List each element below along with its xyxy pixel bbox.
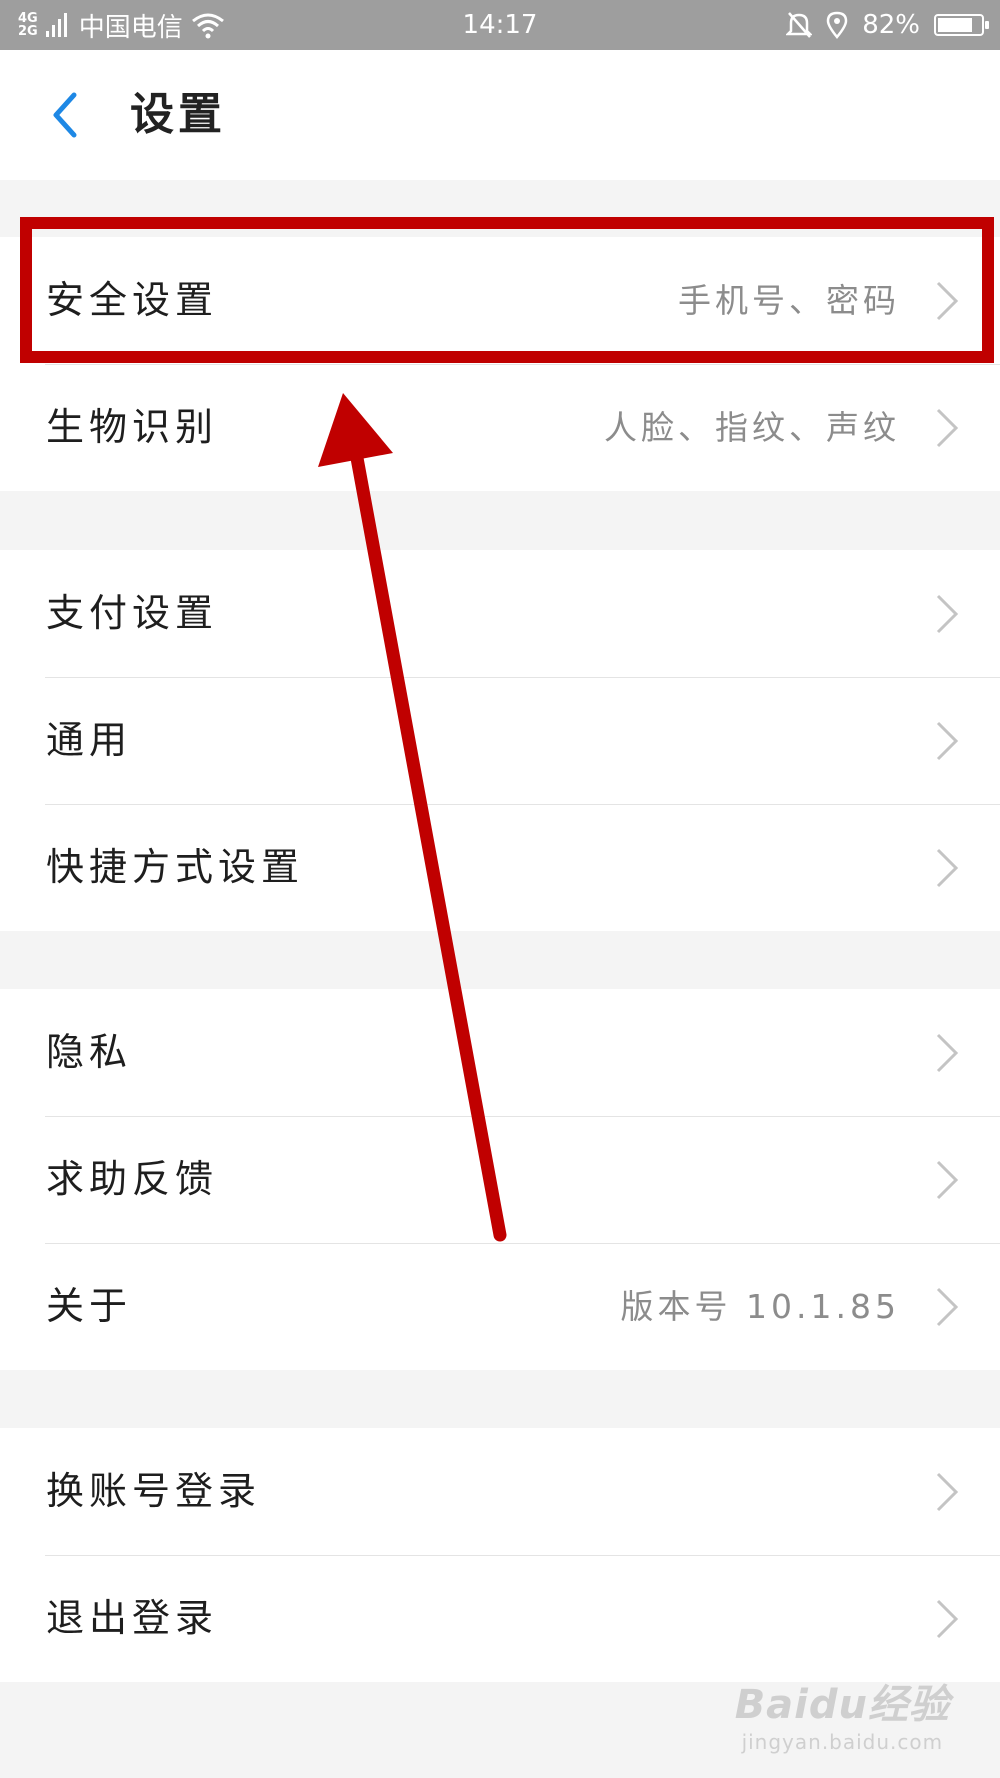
list-item-value: 版本号 10.1.85 [620,1287,900,1326]
header: 设置 [0,50,1000,180]
chevron-right-icon [936,1472,959,1512]
chevron-right-icon [936,281,959,321]
status-bar-right: 82% [786,0,989,50]
list-item-label: 安全设置 [46,278,219,322]
list-item-logout[interactable]: 退出登录 [0,1555,1000,1682]
chevron-right-icon [936,721,959,761]
chevron-right-icon [936,848,959,888]
location-icon [826,11,848,39]
list-item-label: 通用 [46,718,133,762]
list-item-security-settings[interactable]: 安全设置 手机号、密码 [0,237,1000,364]
settings-group-1: 安全设置 手机号、密码 生物识别 人脸、指纹、声纹 [0,237,1000,491]
watermark-url: jingyan.baidu.com [741,1730,944,1754]
list-item-label: 隐私 [46,1030,133,1074]
list-item-shortcut-settings[interactable]: 快捷方式设置 [0,804,1000,931]
settings-group-4: 换账号登录 退出登录 [0,1428,1000,1682]
list-item-switch-account[interactable]: 换账号登录 [0,1428,1000,1555]
chevron-right-icon [936,408,959,448]
list-item-general[interactable]: 通用 [0,677,1000,804]
bell-off-icon [786,12,813,38]
chevron-right-icon [936,1287,959,1327]
list-item-label: 支付设置 [46,591,219,635]
chevron-right-icon [936,1160,959,1200]
list-item-help-feedback[interactable]: 求助反馈 [0,1116,1000,1243]
list-item-about[interactable]: 关于 版本号 10.1.85 [0,1243,1000,1370]
list-item-label: 换账号登录 [46,1469,262,1513]
list-item-label: 快捷方式设置 [46,845,305,889]
list-item-privacy[interactable]: 隐私 [0,989,1000,1116]
watermark: Baidu经验 jingyan.baidu.com [735,1672,950,1754]
battery-percent: 82% [862,10,920,40]
status-bar: 4G 2G 中国电信 14:17 82% [0,0,1000,50]
back-chevron-icon[interactable] [38,85,98,145]
list-item-label: 生物识别 [46,405,219,449]
chevron-right-icon [936,594,959,634]
settings-group-2: 支付设置 通用 快捷方式设置 [0,550,1000,931]
list-item-value: 手机号、密码 [678,281,900,320]
list-item-label: 求助反馈 [46,1157,219,1201]
page-title: 设置 [130,89,226,140]
battery-icon [934,14,989,36]
battery-fill [938,18,973,32]
watermark-logo: Baidu经验 [734,1682,950,1728]
chevron-right-icon [936,1033,959,1073]
list-item-value: 人脸、指纹、声纹 [604,408,900,447]
list-item-label: 退出登录 [46,1596,219,1640]
chevron-right-icon [936,1599,959,1639]
list-item-biometrics[interactable]: 生物识别 人脸、指纹、声纹 [0,364,1000,491]
settings-group-3: 隐私 求助反馈 关于 版本号 10.1.85 [0,989,1000,1370]
list-item-payment-settings[interactable]: 支付设置 [0,550,1000,677]
list-item-label: 关于 [46,1284,133,1328]
